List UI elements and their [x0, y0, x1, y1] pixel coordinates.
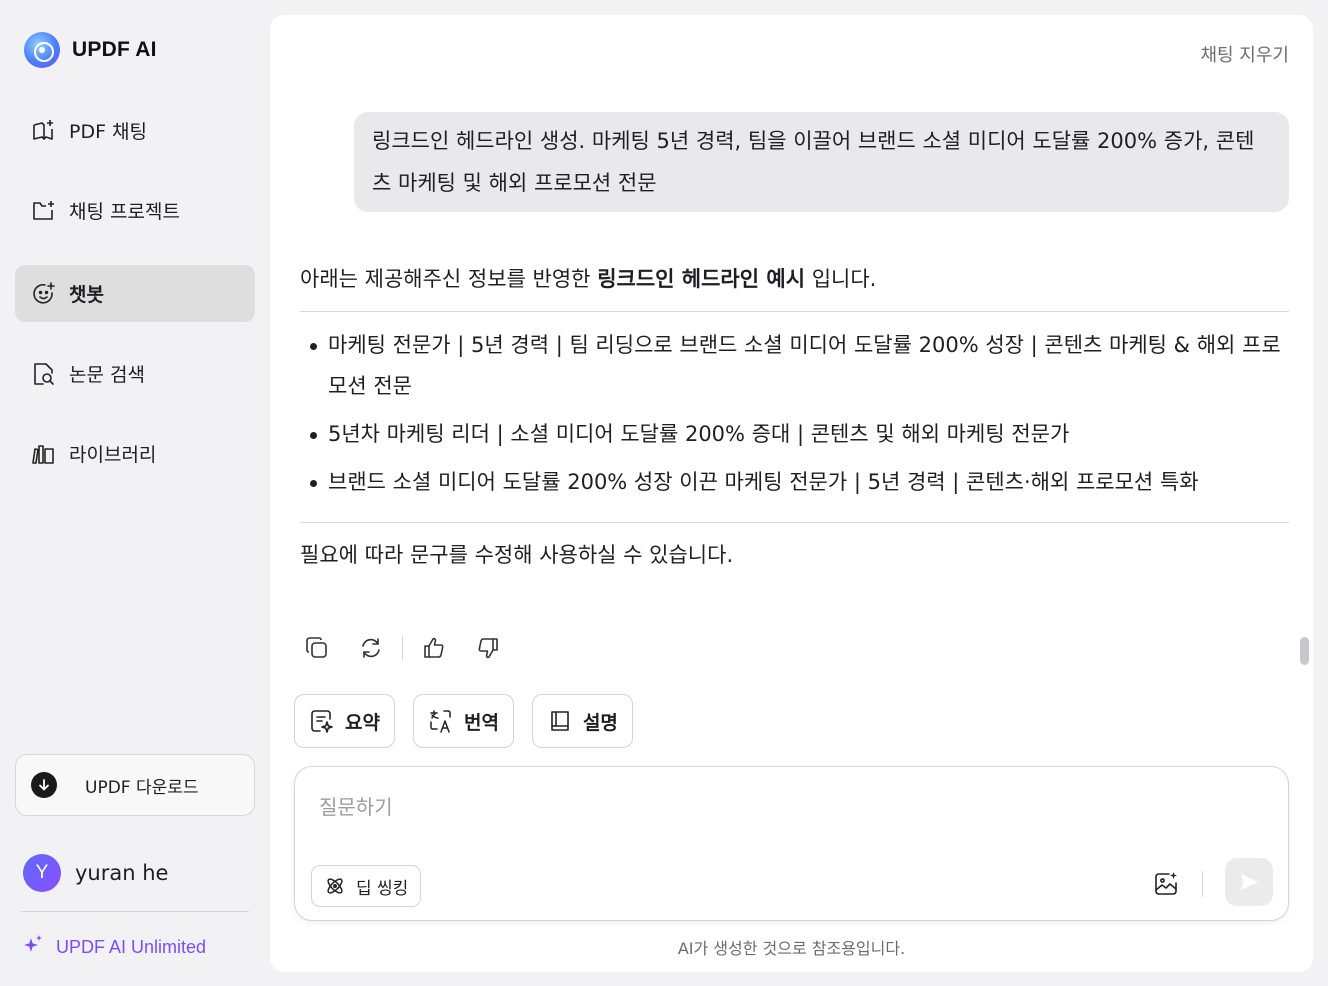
list-item: 마케팅 전문가 | 5년 경력 | 팀 리딩으로 브랜드 소셜 미디어 도달률 …	[300, 325, 1289, 407]
regenerate-icon[interactable]	[356, 633, 386, 663]
ai-disclaimer: AI가 생성한 것으로 참조용입니다.	[677, 939, 906, 958]
download-label: UPDF 다운로드	[85, 777, 199, 798]
message-actions	[302, 633, 503, 663]
sidebar-item-label: 챗봇	[69, 284, 104, 306]
sidebar-divider	[21, 911, 249, 912]
updf-logo-icon	[24, 32, 60, 68]
sidebar-item-library[interactable]: 라이브러리	[15, 425, 255, 482]
user-message-bubble: 링크드인 헤드라인 생성. 마케팅 5년 경력, 팀을 이끌어 브랜드 소셜 미…	[354, 112, 1289, 212]
document-search-icon	[31, 361, 57, 387]
sidebar-item-label: PDF 채팅	[69, 121, 148, 143]
scrollbar-thumb[interactable]	[1300, 637, 1309, 665]
translate-icon	[430, 710, 451, 733]
sidebar-item-pdf-chat[interactable]: PDF 채팅	[15, 102, 255, 159]
avatar: Y	[23, 854, 61, 892]
atom-icon	[327, 878, 343, 894]
explain-label: 설명	[582, 711, 618, 734]
thumbs-down-icon[interactable]	[473, 633, 503, 663]
answer-outro: 필요에 따라 문구를 수정해 사용하실 수 있습니다.	[300, 543, 734, 567]
sidebar-item-label: 라이브러리	[69, 444, 157, 466]
translate-label: 번역	[463, 711, 499, 734]
list-item: 브랜드 소셜 미디어 도달률 200% 성장 이끈 마케팅 전문가 | 5년 경…	[300, 462, 1289, 503]
question-input[interactable]	[319, 791, 1259, 831]
summary-label: 요약	[345, 711, 380, 734]
copy-icon[interactable]	[302, 633, 332, 663]
sidebar-item-chatbot[interactable]: 챗봇	[15, 265, 255, 322]
summary-button[interactable]: 요약	[294, 694, 395, 748]
explain-button[interactable]: 설명	[531, 694, 633, 748]
image-upload-icon[interactable]	[1149, 867, 1183, 901]
answer-intro: 아래는 제공해주신 정보를 반영한 링크드인 헤드라인 예시 입니다.	[300, 267, 877, 291]
summary-icon	[311, 710, 333, 733]
translate-button[interactable]: 번역	[412, 694, 514, 748]
send-icon	[1241, 874, 1258, 890]
chat-panel: 채팅 지우기 링크드인 헤드라인 생성. 마케팅 5년 경력, 팀을 이끌어 브…	[270, 15, 1313, 972]
sidebar-item-label: 채팅 프로젝트	[69, 201, 180, 223]
deep-think-toggle[interactable]: 딥 씽킹	[311, 865, 422, 907]
sidebar: UPDF AI PDF 채팅 채팅 프로젝트 챗봇 논문 검색 라이브러리 UP…	[0, 0, 270, 986]
book-sparkle-icon	[31, 118, 57, 144]
headline-list: 마케팅 전문가 | 5년 경력 | 팀 리딩으로 브랜드 소셜 미디어 도달률 …	[300, 312, 1289, 522]
download-icon	[31, 772, 57, 798]
book-icon	[551, 711, 569, 731]
divider	[300, 522, 1289, 523]
download-updf-button[interactable]: UPDF 다운로드	[15, 754, 255, 816]
assistant-answer: 아래는 제공해주신 정보를 반영한 링크드인 헤드라인 예시 입니다. 마케팅 …	[300, 259, 1289, 575]
sparkle-icon	[22, 934, 44, 961]
plan-label: UPDF AI Unlimited	[56, 937, 207, 957]
sidebar-item-label: 논문 검색	[69, 364, 145, 386]
sidebar-item-paper-search[interactable]: 논문 검색	[15, 345, 255, 402]
quick-actions: 요약 번역 설명	[294, 694, 633, 748]
app-logo[interactable]: UPDF AI	[24, 32, 157, 68]
clear-chat-button[interactable]: 채팅 지우기	[1200, 41, 1289, 67]
user-profile[interactable]: Y yuran he	[23, 854, 168, 892]
sidebar-item-chat-project[interactable]: 채팅 프로젝트	[15, 182, 255, 239]
plan-link[interactable]: UPDF AI Unlimited	[22, 934, 206, 961]
library-books-icon	[31, 441, 57, 467]
app-title: UPDF AI	[72, 38, 157, 61]
list-item: 5년차 마케팅 리더 | 소셜 미디어 도달률 200% 증대 | 콘텐츠 및 …	[300, 414, 1289, 455]
send-button[interactable]	[1225, 858, 1273, 906]
folder-sparkle-icon	[31, 198, 57, 224]
chatbot-face-icon	[31, 281, 57, 307]
input-separator	[1202, 871, 1203, 897]
chat-input-box: 딥 씽킹	[294, 766, 1289, 921]
deep-think-label: 딥 씽킹	[356, 878, 409, 899]
user-name: yuran he	[75, 861, 169, 885]
action-separator	[402, 636, 403, 660]
thumbs-up-icon[interactable]	[419, 633, 449, 663]
answer-intro-emphasis: 링크드인 헤드라인 예시	[597, 267, 806, 291]
